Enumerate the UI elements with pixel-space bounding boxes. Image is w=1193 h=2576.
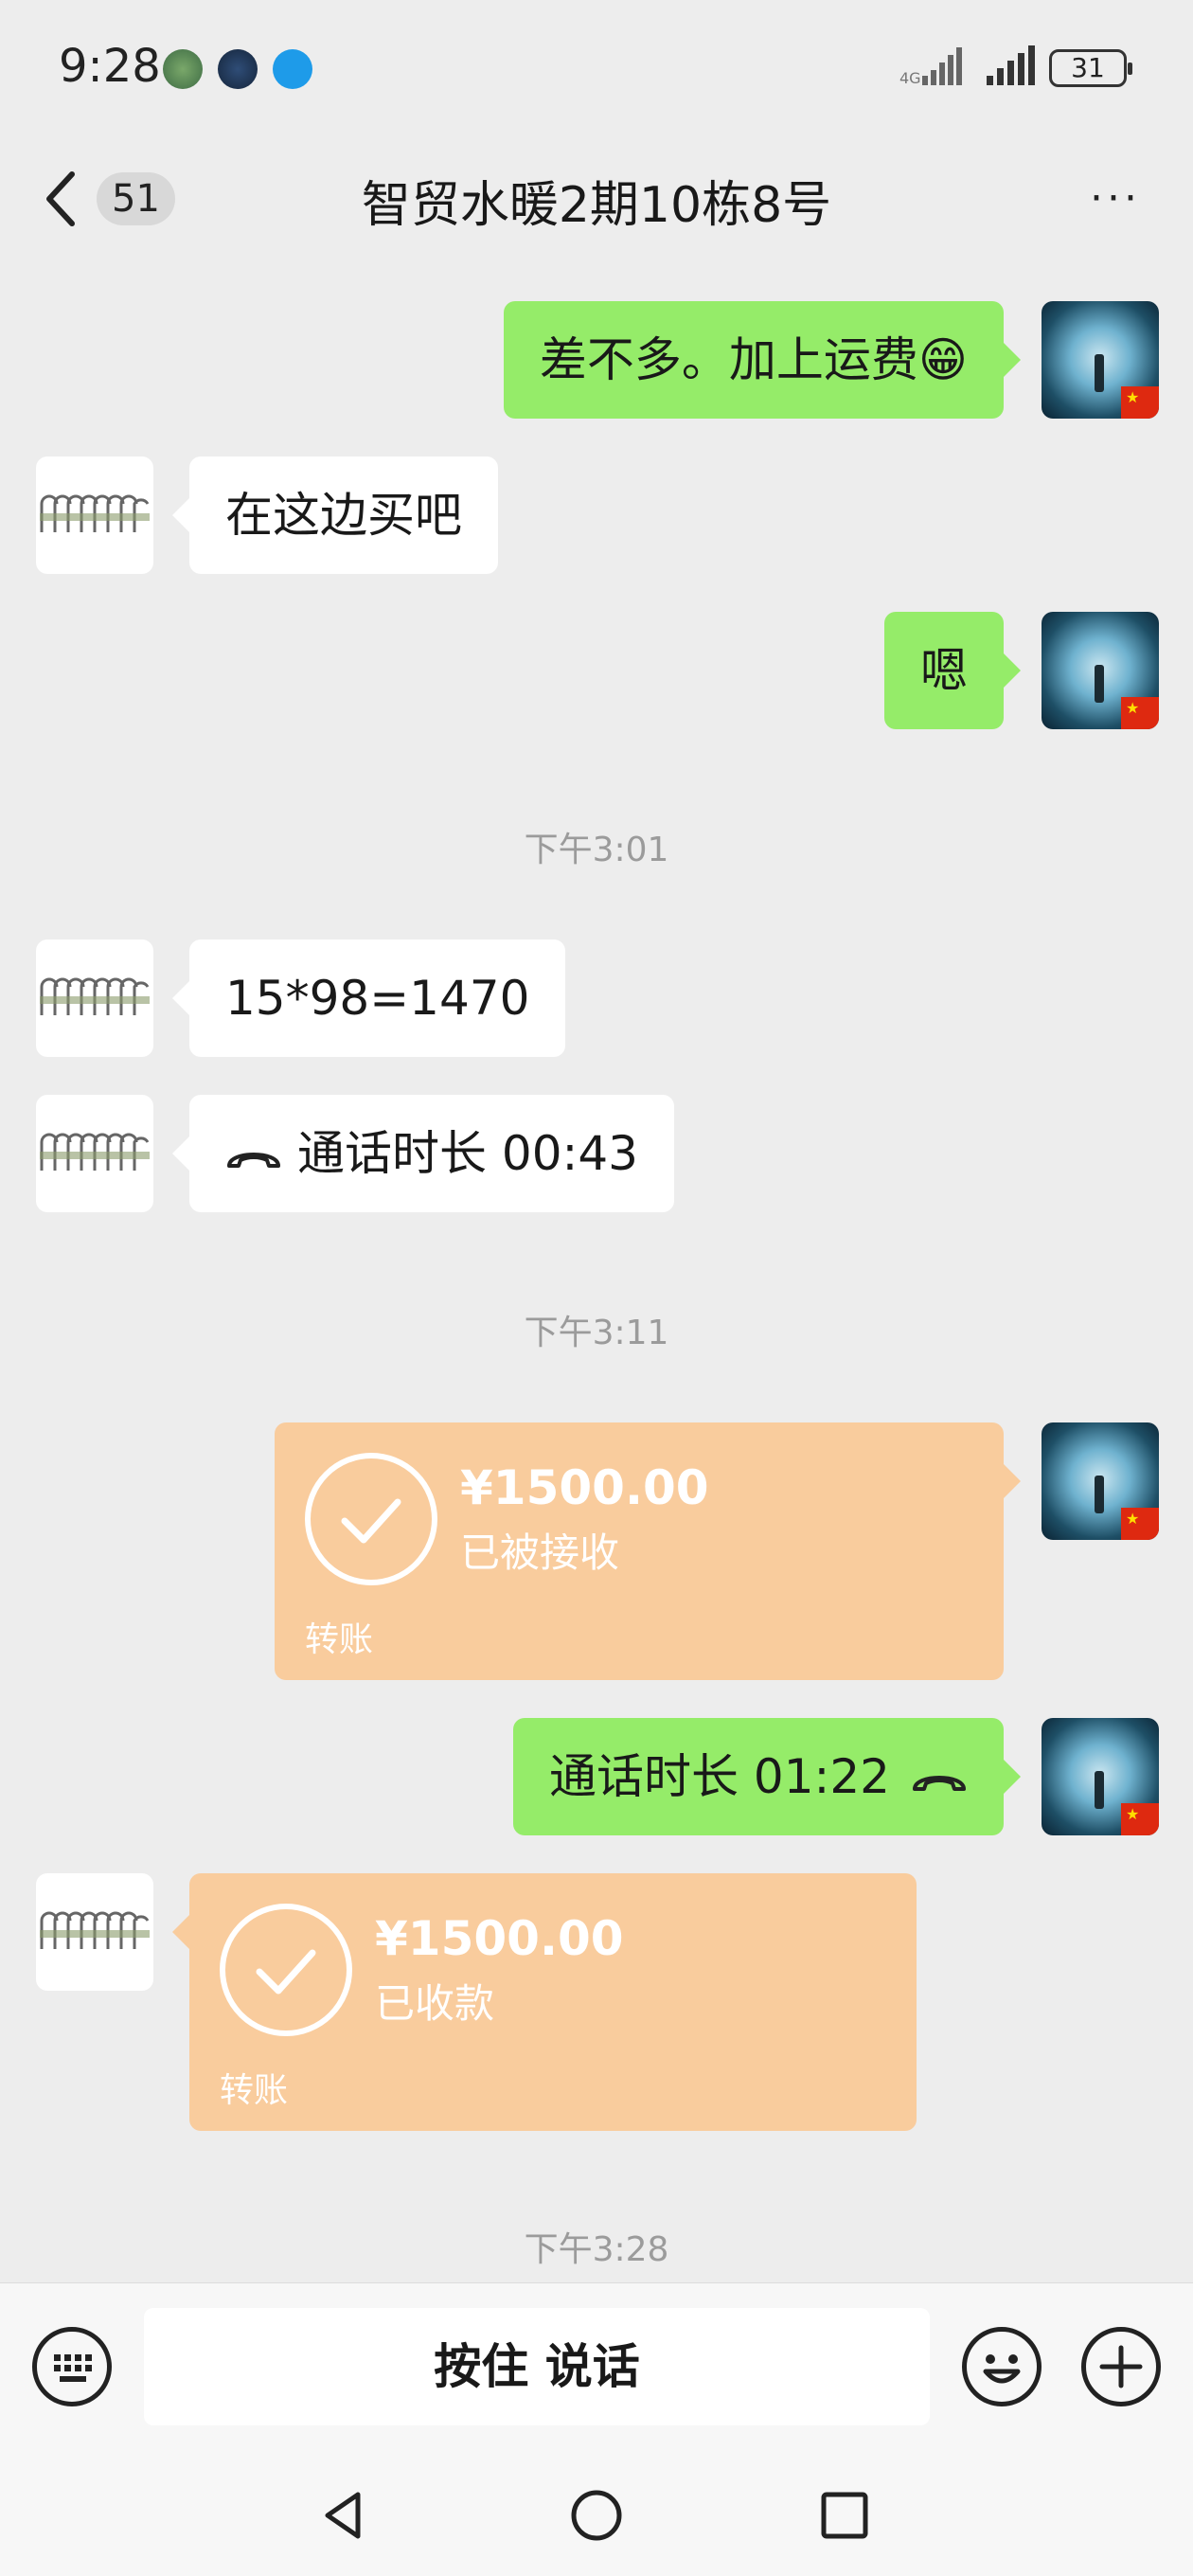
more-functions-button[interactable] [1081,2327,1161,2406]
nav-home-icon[interactable] [568,2487,625,2544]
message-bubble-self[interactable]: 差不多。加上运费😁 [503,301,1022,419]
plus-icon [1099,2345,1143,2388]
transfer-amount: ¥1500.00 [460,1460,709,1515]
message-text: 15*98=1470 [225,971,530,1026]
transfer-card-contact[interactable]: ¥1500.00 已收款 转账 [172,1873,917,2131]
phone-call-icon [227,1152,280,1168]
transfer-label: 转账 [220,2071,289,2110]
message-text: 差不多。加上运费😁 [539,332,968,387]
transfer-amount: ¥1500.00 [375,1911,624,1966]
signal-icon [987,45,1035,85]
back-button[interactable]: 51 [42,161,184,237]
message-text: 嗯 [920,643,968,698]
contact-avatar[interactable] [36,1873,153,1991]
chat-input-bar: 按住 说话 [0,2282,1193,2453]
app-notification-icon [273,49,312,89]
self-avatar[interactable] [1042,301,1159,419]
check-icon [305,1453,437,1585]
app-notification-icon [163,49,203,89]
message-text: 通话时长 01:22 [549,1749,890,1804]
call-record-bubble[interactable]: 通话时长 01:22 [513,1718,1021,1835]
app-notification-icon [218,49,258,89]
battery-indicator: 31 [1049,49,1132,87]
signal-icon: 4G [899,47,962,87]
contact-avatar[interactable] [36,456,153,574]
message-bubble-contact[interactable]: 15*98=1470 [171,939,566,1057]
contact-avatar[interactable] [36,939,153,1057]
message-timestamp: 下午3:28 [524,2230,669,2269]
message-timestamp: 下午3:11 [524,1314,669,1352]
message-bubble-self[interactable]: 嗯 [884,612,1021,729]
chat-header: 51 智贸水暖2期10栋8号 ··· [0,133,1193,265]
phone-call-icon [913,1775,966,1791]
message-bubble-contact[interactable]: 在这边买吧 [172,456,498,574]
nav-back-icon[interactable] [316,2487,373,2544]
emoji-icon [983,2354,1021,2384]
status-bar: 9:28 4G 31 [0,0,1193,133]
transfer-label: 转账 [305,1620,374,1659]
hold-to-talk-button[interactable]: 按住 说话 [144,2308,930,2425]
faucet-logo-icon [40,977,150,1015]
transfer-card-self[interactable]: ¥1500.00 已被接收 转账 [275,1422,1021,1680]
nav-recents-icon[interactable] [816,2487,873,2544]
status-time: 9:28 [59,40,161,93]
transfer-status: 已被接收 [460,1530,620,1576]
self-avatar[interactable] [1042,1422,1159,1540]
message-timestamp: 下午3:01 [524,831,669,869]
faucet-logo-icon [40,494,150,532]
emoji-button[interactable] [962,2327,1042,2406]
keyboard-icon [54,2354,92,2382]
svg-text:4G: 4G [899,69,921,87]
contact-avatar[interactable] [36,1095,153,1212]
check-icon [220,1904,352,2036]
more-options-button[interactable]: ··· [1077,174,1153,223]
transfer-status: 已收款 [375,1980,495,2027]
message-text: 通话时长 00:43 [297,1126,638,1181]
keyboard-button[interactable] [32,2327,112,2406]
self-avatar[interactable] [1042,1718,1159,1835]
chat-title: 智贸水暖2期10栋8号 [361,177,832,234]
system-navigation-bar [0,2453,1193,2576]
self-avatar[interactable] [1042,612,1159,729]
chevron-left-icon [46,171,75,226]
call-record-bubble[interactable]: 通话时长 00:43 [172,1095,674,1212]
faucet-logo-icon [40,1133,150,1171]
faucet-logo-icon [40,1911,150,1949]
unread-count-badge: 51 [97,172,175,225]
message-text: 在这边买吧 [225,488,462,543]
